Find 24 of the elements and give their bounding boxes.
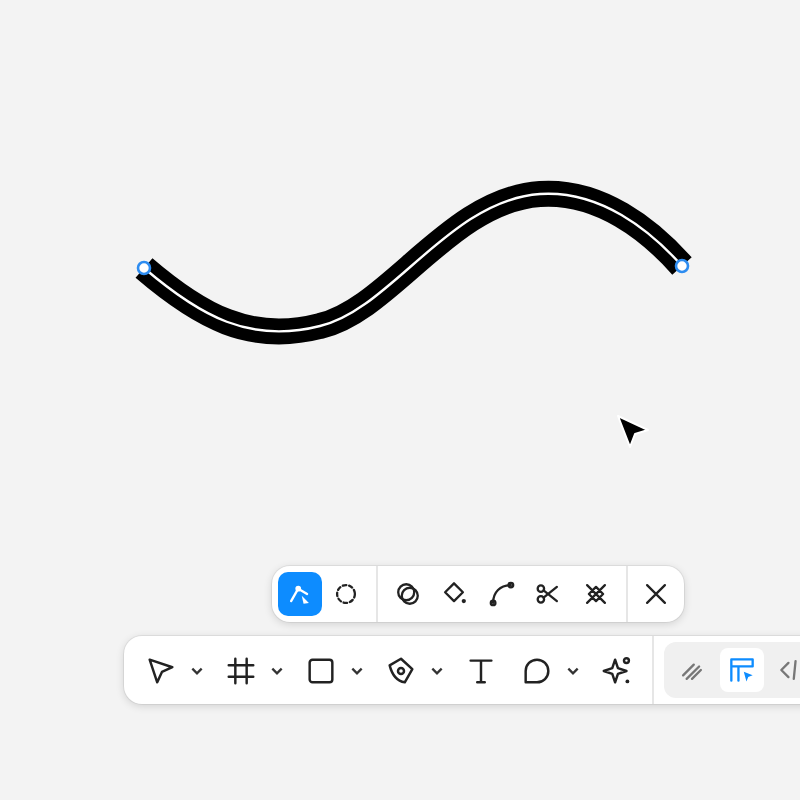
anchor-handle[interactable] bbox=[674, 258, 690, 274]
hash-icon bbox=[223, 653, 257, 687]
caret-icon[interactable] bbox=[270, 665, 284, 675]
anchor-handle[interactable] bbox=[136, 260, 152, 276]
code-bracket-icon bbox=[776, 654, 800, 686]
curve-icon bbox=[485, 578, 517, 610]
pen-nib-icon bbox=[383, 653, 417, 687]
scissors-icon bbox=[532, 578, 564, 610]
design-mode-button[interactable] bbox=[720, 648, 764, 692]
close-icon bbox=[640, 578, 672, 610]
caret-icon[interactable] bbox=[566, 665, 580, 675]
sparkle-icon bbox=[599, 653, 633, 687]
caret-icon[interactable] bbox=[190, 665, 204, 675]
overlapping-circles-icon bbox=[391, 578, 423, 610]
curve-path[interactable] bbox=[135, 180, 692, 345]
square-icon bbox=[303, 653, 337, 687]
text-icon bbox=[463, 653, 497, 687]
mouse-cursor-icon bbox=[617, 415, 649, 448]
dashed-circle-icon bbox=[330, 578, 362, 610]
layout-cursor-icon bbox=[726, 654, 758, 686]
caret-icon[interactable] bbox=[430, 665, 444, 675]
caret-icon[interactable] bbox=[350, 665, 364, 675]
arrow-pointer-icon bbox=[143, 653, 177, 687]
speech-bubble-icon bbox=[519, 653, 553, 687]
